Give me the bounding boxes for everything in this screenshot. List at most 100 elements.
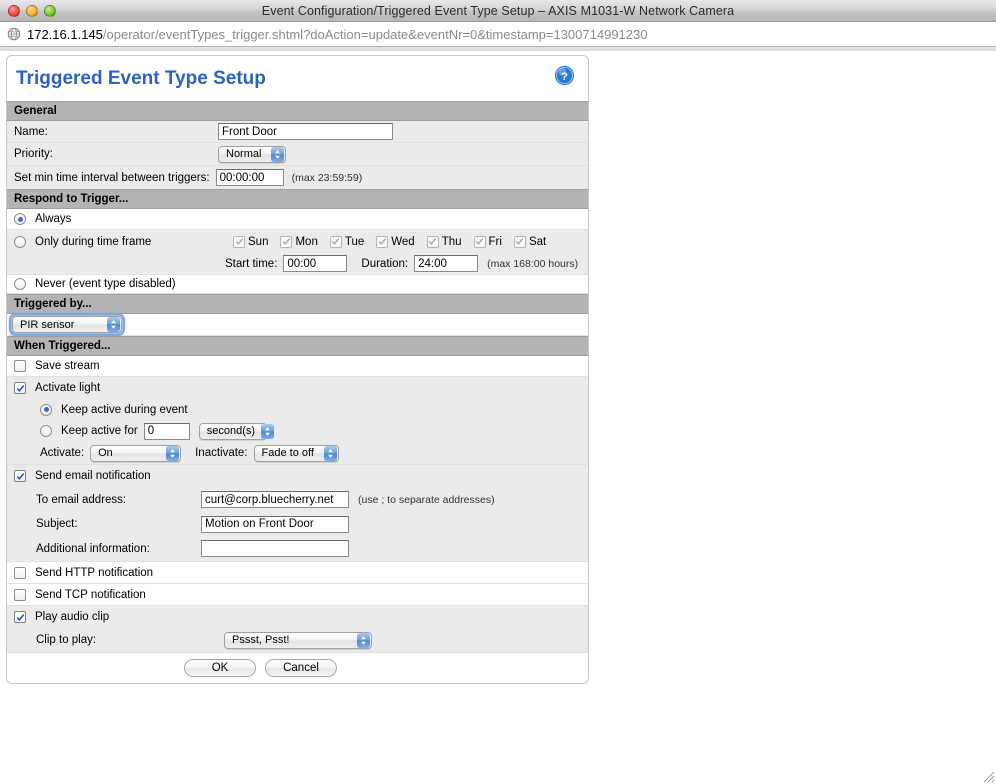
checkbox-mon[interactable] (280, 235, 293, 248)
radio-keep-active-during[interactable] (40, 403, 52, 416)
duration-input[interactable] (414, 255, 479, 272)
duration-hint: (max 168:00 hours) (487, 257, 579, 270)
name-input[interactable] (218, 123, 393, 140)
priority-select[interactable]: Normal (218, 145, 286, 163)
email-to-label: To email address: (36, 493, 127, 506)
email-to-input[interactable] (201, 491, 349, 508)
window-resize-grip[interactable] (980, 768, 995, 783)
checkbox-send-http[interactable] (14, 566, 26, 579)
event-setup-panel: Triggered Event Type Setup ? General Nam… (6, 55, 589, 684)
row-timeframe[interactable]: Only during time frame Sun Mon Tue Wed T… (7, 230, 588, 253)
day-sat[interactable]: Sat (513, 235, 547, 248)
stepper-arrows-icon (166, 445, 180, 461)
email-subject-input[interactable] (201, 515, 349, 533)
checkbox-sun[interactable] (233, 235, 245, 248)
checkbox-send-tcp[interactable] (14, 588, 26, 601)
day-fri[interactable]: Fri (473, 235, 502, 248)
email-to-hint: (use ; to separate addresses) (358, 493, 495, 506)
min-interval-input[interactable] (215, 169, 284, 186)
url-bar[interactable]: 172.16.1.145/operator/eventTypes_trigger… (0, 22, 996, 47)
inactivate-select[interactable]: Fade to off (253, 444, 339, 462)
timeframe-label: Only during time frame (35, 235, 152, 248)
day-fri-label: Fri (488, 235, 502, 248)
row-keep-active-during[interactable]: Keep active during event (7, 399, 588, 420)
radio-never[interactable] (14, 278, 26, 290)
checkbox-save-stream[interactable] (14, 360, 26, 372)
start-time-label: Start time: (225, 257, 278, 270)
play-audio-label: Play audio clip (35, 611, 110, 623)
page-title: Triggered Event Type Setup (16, 68, 266, 89)
trigger-source-select[interactable]: PIR sensor (9, 313, 125, 336)
row-activate-light[interactable]: Activate light (7, 377, 588, 399)
ok-button[interactable]: OK (184, 659, 256, 677)
activate-value: On (98, 447, 113, 459)
row-priority: Priority: Normal (7, 143, 588, 166)
radio-always[interactable] (14, 213, 26, 225)
checkbox-activate-light[interactable] (14, 382, 26, 394)
audio-clip-select[interactable]: Pssst, Psst! (224, 631, 372, 649)
row-email-to: To email address: (use ; to separate add… (7, 487, 588, 512)
day-mon[interactable]: Mon (280, 235, 318, 248)
checkbox-sat[interactable] (513, 235, 526, 248)
email-additional-input[interactable] (201, 540, 349, 557)
stepper-arrows-icon (107, 317, 120, 332)
stepper-arrows-icon (323, 445, 337, 461)
row-activate-inactivate: Activate: On Inactivate: Fade to off (7, 442, 588, 465)
cancel-button[interactable]: Cancel (265, 659, 337, 677)
email-additional-label: Additional information: (36, 542, 150, 555)
row-email-subject: Subject: (7, 512, 588, 536)
section-header-when-triggered: When Triggered... (7, 336, 588, 356)
activate-select[interactable]: On (90, 444, 182, 462)
row-never[interactable]: Never (event type disabled) (7, 275, 588, 294)
day-wed[interactable]: Wed (376, 235, 415, 248)
radio-keep-active-for[interactable] (40, 425, 52, 437)
row-save-stream[interactable]: Save stream (7, 356, 588, 377)
radio-timeframe[interactable] (14, 235, 26, 248)
help-icon[interactable]: ? (554, 65, 575, 86)
keep-active-for-input[interactable] (143, 422, 190, 440)
row-send-http[interactable]: Send HTTP notification (7, 562, 588, 584)
row-email-additional: Additional information: (7, 536, 588, 562)
checkbox-thu[interactable] (426, 235, 439, 248)
row-send-email[interactable]: Send email notification (7, 465, 588, 487)
globe-icon (7, 27, 21, 41)
row-always[interactable]: Always (7, 209, 588, 230)
day-thu[interactable]: Thu (426, 235, 462, 248)
min-interval-label: Set min time interval between triggers: (14, 171, 210, 184)
row-send-tcp[interactable]: Send TCP notification (7, 584, 588, 606)
checkbox-play-audio[interactable] (14, 611, 26, 623)
never-label: Never (event type disabled) (35, 278, 176, 290)
page-title-wrap: Triggered Event Type Setup ? (7, 56, 588, 101)
priority-value: Normal (226, 148, 262, 160)
send-email-label: Send email notification (35, 470, 151, 482)
save-stream-label: Save stream (35, 360, 100, 372)
section-header-general: General (7, 101, 588, 121)
row-keep-active-for[interactable]: Keep active for second(s) (7, 420, 588, 442)
day-sat-label: Sat (528, 235, 547, 248)
day-tue[interactable]: Tue (329, 235, 364, 248)
day-sun[interactable]: Sun (233, 235, 269, 248)
name-label: Name: (14, 125, 48, 138)
trigger-source-value: PIR sensor (20, 318, 75, 331)
checkbox-fri[interactable] (473, 235, 486, 248)
duration-label: Duration: (361, 257, 409, 270)
url-text: 172.16.1.145/operator/eventTypes_trigger… (27, 27, 647, 42)
keep-active-during-label: Keep active during event (61, 403, 188, 416)
checkbox-tue[interactable] (329, 235, 342, 248)
checkbox-send-email[interactable] (14, 470, 26, 482)
day-sun-label: Sun (248, 235, 269, 248)
page-content: Triggered Event Type Setup ? General Nam… (0, 51, 996, 784)
inactivate-label: Inactivate: (195, 447, 248, 459)
row-audio-clip: Clip to play: Pssst, Psst! (7, 628, 588, 653)
day-wed-label: Wed (391, 235, 415, 248)
day-checkbox-group: Sun Mon Tue Wed Thu Fri Sat (233, 235, 547, 248)
keep-active-unit-select[interactable]: second(s) (198, 422, 275, 440)
start-time-input[interactable] (283, 255, 348, 272)
send-http-label: Send HTTP notification (35, 566, 154, 579)
audio-clip-value: Pssst, Psst! (232, 634, 290, 646)
window-titlebar: Event Configuration/Triggered Event Type… (0, 0, 996, 22)
audio-clip-label: Clip to play: (36, 634, 97, 646)
row-play-audio[interactable]: Play audio clip (7, 606, 588, 628)
checkbox-wed[interactable] (376, 235, 389, 248)
send-tcp-label: Send TCP notification (35, 588, 146, 601)
